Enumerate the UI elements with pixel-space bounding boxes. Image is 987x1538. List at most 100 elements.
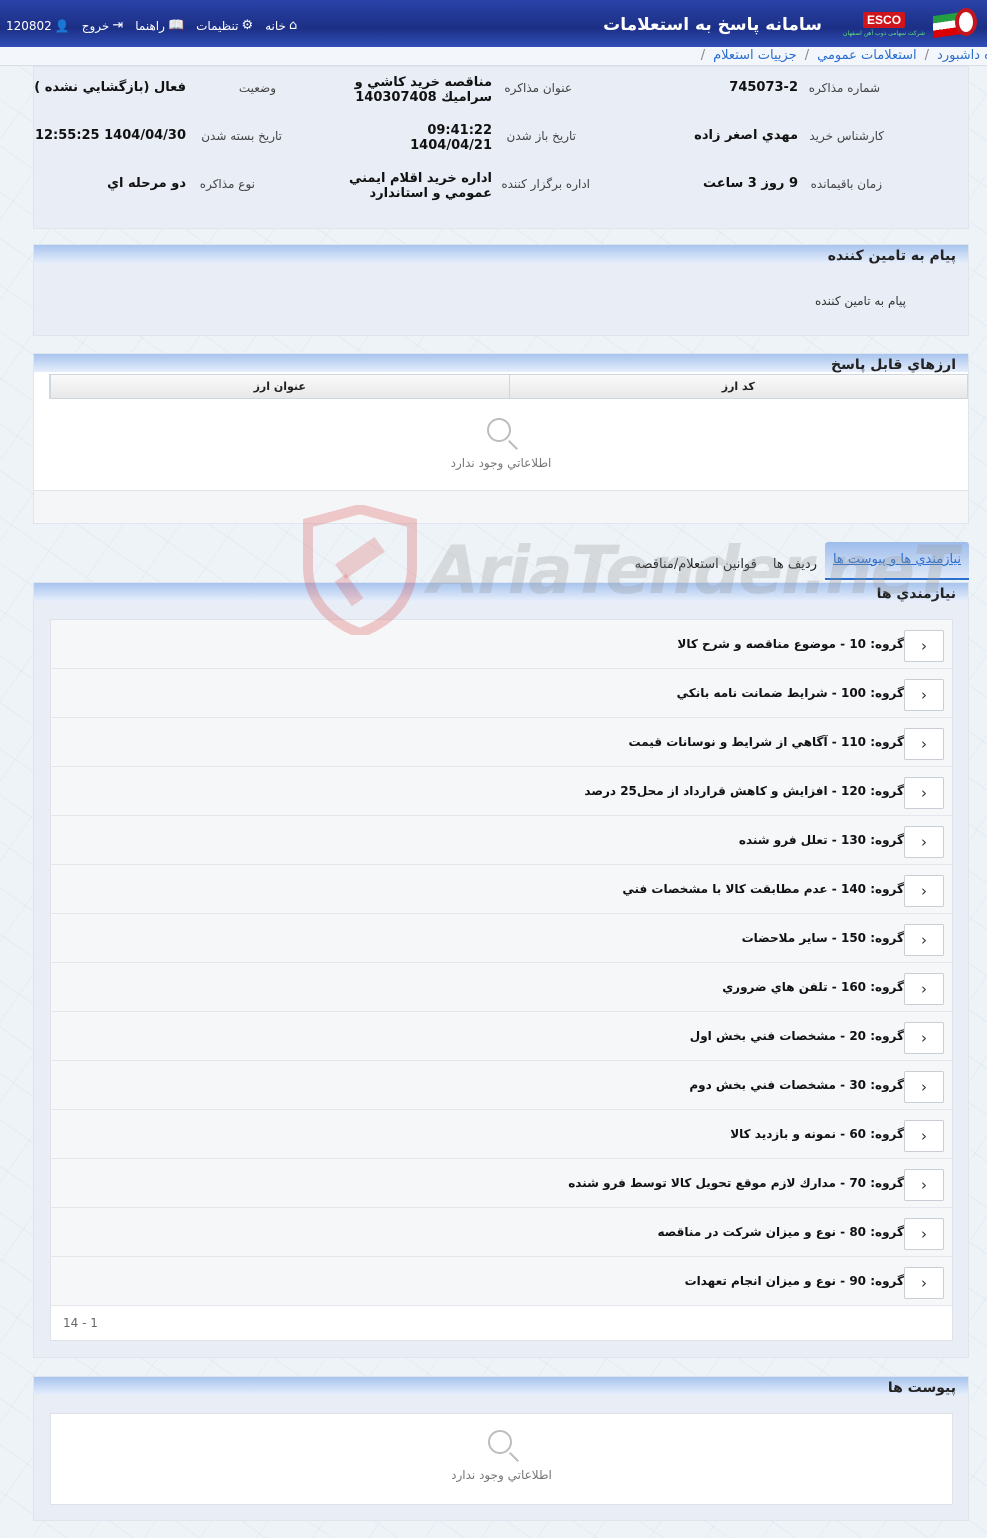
- company-logo: [933, 6, 977, 42]
- panel-header-bar: [34, 583, 968, 601]
- chevron-left-icon[interactable]: ‹: [904, 1022, 944, 1054]
- dept-label: اداره برگزار کننده: [501, 177, 590, 191]
- top-nav: ⌂ خانه ⚙ تنظیمات 📖 راهنما ⇥ خروج 👤 12080…: [6, 18, 297, 33]
- number-label: شماره مذاکره: [808, 81, 880, 95]
- chevron-left-icon[interactable]: ‹: [904, 679, 944, 711]
- search-icon: [485, 416, 518, 450]
- chevron-left-icon[interactable]: ‹: [904, 875, 944, 907]
- column-header-code[interactable]: کد ارز: [508, 375, 968, 398]
- panel-header-bar: [34, 1377, 968, 1395]
- requirement-group-row[interactable]: ‹ گروه: 60 - نمونه و بازديد كالا: [51, 1110, 952, 1159]
- requirement-group-row[interactable]: ‹ گروه: 130 - تعلل فرو شنده: [51, 816, 952, 865]
- breadcrumb-separator: /: [924, 48, 930, 63]
- supplier-message-panel: پیام به تامین کننده پیام به تامین کننده: [33, 244, 969, 336]
- requirement-group-label: گروه: 100 - شرايط ضمانت نامه بانكي: [676, 686, 904, 700]
- open-date-label: تاريخ باز شدن: [506, 129, 576, 143]
- requirement-group-label: گروه: 10 - موضوع مناقصه و شرح كالا: [677, 637, 904, 651]
- nav-help-label: راهنما: [135, 18, 165, 33]
- user-info[interactable]: 👤 120802: [6, 18, 70, 33]
- message-panel-title: پیام به تامین کننده: [827, 248, 956, 264]
- tab-requirements-attachments[interactable]: نيازمندي ها و پيوست ها: [824, 542, 969, 580]
- attachments-panel-title: پیوست ها: [887, 1380, 956, 1396]
- requirement-group-row[interactable]: ‹ گروه: 30 - مشخصات فني بخش دوم: [51, 1061, 952, 1110]
- book-icon: 📖: [167, 18, 185, 33]
- column-header-title[interactable]: عنوان ارز: [50, 375, 509, 398]
- breadcrumb-dashboard[interactable]: ه داشبورد: [937, 48, 987, 63]
- attachments-box: اطلاعاتي وجود ندارد: [50, 1413, 953, 1505]
- requirement-group-label: گروه: 60 - نمونه و بازديد كالا: [730, 1127, 904, 1141]
- currencies-empty-state: اطلاعاتي وجود ندارد: [34, 416, 968, 470]
- breadcrumb-separator: /: [804, 48, 810, 63]
- requirement-group-label: گروه: 20 - مشخصات فني بخش اول: [689, 1029, 904, 1043]
- breadcrumb: ه داشبورد / استعلامات عمومي / جزييات است…: [0, 47, 987, 66]
- requirement-group-row[interactable]: ‹ گروه: 150 - ساير ملاحضات: [51, 914, 952, 963]
- requirement-group-row[interactable]: ‹ گروه: 110 - آگاهي از شرايط و نوسانات قي…: [51, 718, 952, 767]
- chevron-left-icon[interactable]: ‹: [904, 1169, 944, 1201]
- requirement-group-row[interactable]: ‹ گروه: 80 - نوع و ميزان شركت در مناقصه: [51, 1208, 952, 1257]
- title-value-line1: مناقصه خريد كاشي و: [354, 75, 492, 90]
- logout-icon: ⇥: [112, 18, 124, 33]
- requirement-group-row[interactable]: ‹ گروه: 100 - شرايط ضمانت نامه بانكي: [51, 669, 952, 718]
- requirement-group-label: گروه: 160 - تلفن هاي ضروري: [722, 980, 904, 994]
- requirement-group-label: گروه: 140 - عدم مطابقت كالا با مشخصات فن…: [622, 882, 904, 896]
- remaining-label: زمان باقيمانده: [810, 177, 882, 191]
- requirement-group-label: گروه: 70 - مدارك لازم موقع تحويل كالا تو…: [568, 1176, 904, 1190]
- type-value: دو مرحله اي: [107, 176, 186, 191]
- brand: ESCO شرکت سهامی ذوب آهن اصفهان: [843, 6, 977, 42]
- type-label: نوع مذاکره: [199, 177, 255, 191]
- chevron-left-icon[interactable]: ‹: [904, 1071, 944, 1103]
- detail-tabs: نيازمندي ها و پيوست ها رديف ها قوانين اس…: [627, 542, 969, 580]
- chevron-left-icon[interactable]: ‹: [904, 1267, 944, 1299]
- currencies-panel: ارزهاي قابل پاسخ کد ارز عنوان ارز اطلاعا…: [33, 353, 969, 524]
- requirement-group-label: گروه: 110 - آگاهي از شرايط و نوسانات قيم…: [628, 735, 904, 749]
- requirement-group-row[interactable]: ‹ گروه: 20 - مشخصات فني بخش اول: [51, 1012, 952, 1061]
- table-footer: [34, 490, 968, 523]
- nav-logout[interactable]: ⇥ خروج: [82, 18, 124, 33]
- chevron-left-icon[interactable]: ‹: [904, 1218, 944, 1250]
- chevron-left-icon[interactable]: ‹: [904, 1120, 944, 1152]
- requirement-group-row[interactable]: ‹ گروه: 120 - افزايش و كاهش قرارداد از مح…: [51, 767, 952, 816]
- attachments-panel: پیوست ها اطلاعاتي وجود ندارد: [33, 1376, 969, 1521]
- expert-value: مهدي اصغر زاده: [694, 128, 798, 143]
- app-title: سامانه پاسخ به استعلامات: [603, 15, 822, 35]
- requirement-group-row[interactable]: ‹ گروه: 90 - نوع و ميزان انجام تعهدات: [51, 1257, 952, 1306]
- chevron-left-icon[interactable]: ‹: [904, 777, 944, 809]
- nav-help[interactable]: 📖 راهنما: [135, 18, 184, 33]
- remaining-value: 9 روز 3 ساعت: [702, 176, 798, 191]
- breadcrumb-separator: /: [700, 48, 706, 63]
- title-label: عنوان مذاكره: [504, 81, 572, 95]
- requirement-group-row[interactable]: ‹ گروه: 70 - مدارك لازم موقع تحويل كالا ت…: [51, 1159, 952, 1208]
- status-value: فعال (بازگشايي نشده ): [34, 80, 186, 95]
- chevron-left-icon[interactable]: ‹: [904, 728, 944, 760]
- requirement-group-row[interactable]: ‹ گروه: 160 - تلفن هاي ضروري: [51, 963, 952, 1012]
- chevron-left-icon[interactable]: ‹: [904, 826, 944, 858]
- number-value: 745073-2: [729, 80, 798, 95]
- requirements-panel: نيازمندي ها 1 - 14 ‹ گروه: 10 - موضوع منا…: [33, 582, 969, 1358]
- requirement-group-row[interactable]: ‹ گروه: 140 - عدم مطابقت كالا با مشخصات ف…: [51, 865, 952, 914]
- requirement-group-label: گروه: 130 - تعلل فرو شنده: [738, 833, 904, 847]
- user-id: 120802: [6, 18, 52, 33]
- inquiry-info-panel: شماره مذاکره 745073-2 کارشناس خرید مهدي …: [33, 66, 969, 229]
- title-value-line2: سراميك 140307408: [355, 90, 492, 105]
- nav-home-label: خانه: [265, 18, 286, 33]
- esco-logo: ESCO شرکت سهامی ذوب آهن اصفهان: [843, 11, 925, 37]
- tab-rows[interactable]: رديف ها: [765, 557, 825, 580]
- requirement-group-label: گروه: 120 - افزايش و كاهش قرارداد از محل…: [584, 784, 904, 798]
- open-date-value: 1404/04/21: [410, 138, 492, 153]
- chevron-left-icon[interactable]: ‹: [904, 973, 944, 1005]
- pager-info: 1 - 14: [63, 1316, 98, 1330]
- open-time-value: 09:41:22: [427, 123, 492, 138]
- currencies-panel-title: ارزهاي قابل پاسخ: [830, 357, 956, 373]
- currencies-table-header: کد ارز عنوان ارز: [49, 374, 968, 399]
- home-icon: ⌂: [288, 18, 298, 33]
- nav-home[interactable]: ⌂ خانه: [265, 18, 297, 33]
- chevron-left-icon[interactable]: ‹: [904, 630, 944, 662]
- tab-rules[interactable]: قوانين استعلام/مناقصه: [627, 557, 765, 580]
- chevron-left-icon[interactable]: ‹: [904, 924, 944, 956]
- breadcrumb-general-inquiries[interactable]: استعلامات عمومي: [817, 48, 917, 63]
- requirement-group-row[interactable]: ‹ گروه: 10 - موضوع مناقصه و شرح كالا: [51, 620, 952, 669]
- nav-settings[interactable]: ⚙ تنظیمات: [196, 18, 253, 33]
- gear-icon: ⚙: [241, 18, 254, 33]
- breadcrumb-current: جزييات استعلام: [713, 48, 797, 63]
- close-date-label: تاريخ بسته شدن: [201, 129, 282, 143]
